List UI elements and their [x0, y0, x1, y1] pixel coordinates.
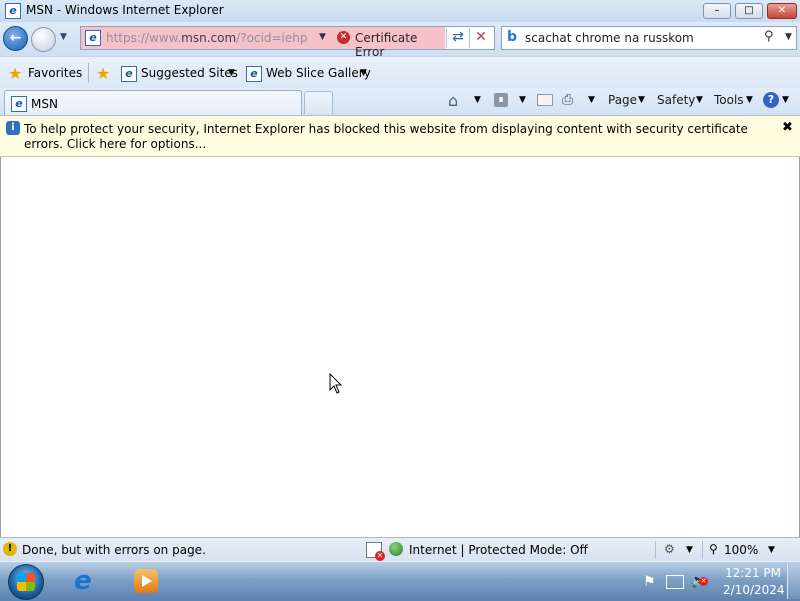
close-window-button[interactable]: ✕: [767, 3, 797, 19]
suggested-sites-link[interactable]: Suggested Sites: [141, 66, 238, 80]
search-input[interactable]: scachat chrome na russkom: [525, 31, 694, 45]
address-dropdown[interactable]: ▼: [319, 32, 326, 42]
action-center-flag-icon[interactable]: ⚑: [643, 574, 656, 590]
protected-mode-dropdown[interactable]: ▼: [686, 545, 693, 555]
print-dropdown[interactable]: ▼: [588, 95, 595, 105]
title-bar: e MSN - Windows Internet Explorer – □ ✕: [0, 0, 800, 23]
certificate-error-label: Certificate Error: [355, 31, 418, 59]
status-bar: ! Done, but with errors on page. ✕ Inter…: [0, 537, 800, 562]
ie-page-icon: e: [121, 66, 137, 82]
certificate-error-button[interactable]: ✕ Certificate Error: [333, 27, 445, 59]
tab-label: MSN: [31, 97, 58, 111]
add-to-favorites-icon[interactable]: ★: [96, 64, 110, 83]
feeds-dropdown[interactable]: ▼: [519, 95, 526, 105]
suggested-sites-dropdown[interactable]: ▼: [228, 68, 235, 78]
back-arrow-icon: ←: [9, 30, 22, 46]
information-bar-message[interactable]: To help protect your security, Internet …: [24, 122, 772, 152]
show-desktop-button[interactable]: [787, 564, 800, 599]
window-title: MSN - Windows Internet Explorer: [26, 3, 224, 17]
search-box[interactable]: b scachat chrome na russkom ⚲ ▼: [501, 26, 797, 50]
navigation-bar: ← ▼ e https://www.msn.com/?ocid=iehp ▼ ✕…: [0, 22, 800, 59]
search-button[interactable]: ⚲: [764, 29, 774, 44]
zoom-icon: ⚲: [709, 542, 718, 556]
stop-icon: ✕: [475, 29, 487, 45]
popup-blocked-icon[interactable]: ✕: [366, 542, 385, 561]
address-domain: msn.com: [181, 31, 237, 45]
warning-icon[interactable]: !: [3, 542, 17, 556]
rss-feed-icon[interactable]: ∎: [494, 93, 508, 107]
close-information-bar-button[interactable]: ✖: [782, 120, 793, 135]
shield-info-icon: i: [6, 121, 20, 135]
ie-logo-icon: e: [5, 3, 21, 19]
tab-msn[interactable]: e MSN: [4, 90, 302, 115]
maximize-button[interactable]: □: [735, 3, 763, 19]
tools-menu-dropdown[interactable]: ▼: [746, 95, 753, 105]
page-menu[interactable]: Page: [608, 93, 637, 107]
network-icon[interactable]: [666, 575, 684, 589]
ie-page-icon: e: [246, 66, 262, 82]
status-text: Done, but with errors on page.: [22, 543, 206, 557]
windows-logo-icon: [17, 573, 35, 591]
refresh-icon: ⇄: [452, 29, 464, 45]
magnifier-icon: ⚲: [764, 29, 774, 44]
volume-muted-icon[interactable]: 🔈✕: [690, 573, 708, 589]
page-icon: e: [85, 30, 101, 46]
certificate-error-icon: ✕: [337, 31, 350, 44]
clock-time[interactable]: 12:21 PM: [725, 566, 781, 580]
address-bar[interactable]: e https://www.msn.com/?ocid=iehp ▼ ✕ Cer…: [80, 26, 495, 59]
clock-date[interactable]: 2/10/2024: [723, 583, 785, 597]
mouse-cursor-icon: [329, 373, 343, 394]
address-prefix: https://www.: [106, 31, 182, 45]
mail-icon[interactable]: [537, 94, 553, 106]
address-input[interactable]: https://www.msn.com/?ocid=iehp: [106, 31, 307, 45]
information-bar[interactable]: i To help protect your security, Interne…: [0, 116, 800, 157]
ie-page-icon: e: [11, 96, 27, 112]
recent-pages-dropdown[interactable]: ▼: [60, 32, 67, 42]
security-zone-text[interactable]: Internet | Protected Mode: Off: [409, 543, 588, 557]
home-icon[interactable]: ⌂: [448, 91, 458, 110]
web-slice-gallery-link[interactable]: Web Slice Gallery: [266, 66, 371, 80]
help-icon[interactable]: ?: [763, 92, 779, 108]
zoom-dropdown[interactable]: ▼: [768, 545, 775, 555]
safety-menu[interactable]: Safety: [657, 93, 695, 107]
forward-button[interactable]: [31, 27, 56, 52]
printer-icon[interactable]: ⎙: [562, 92, 573, 108]
help-dropdown[interactable]: ▼: [782, 95, 789, 105]
web-slice-gallery-dropdown[interactable]: ▼: [360, 68, 367, 78]
page-content[interactable]: [0, 157, 800, 537]
globe-icon: [389, 542, 403, 556]
divider: [655, 541, 656, 559]
protected-mode-icon[interactable]: ⚙: [664, 542, 675, 556]
start-button[interactable]: [8, 564, 44, 600]
address-suffix: /?ocid=iehp: [236, 31, 308, 45]
zoom-level[interactable]: 100%: [724, 543, 758, 557]
favorites-bar: ★ Favorites ★ e Suggested Sites ▼ e Web …: [0, 56, 800, 89]
tools-menu[interactable]: Tools: [714, 93, 744, 107]
new-tab-button[interactable]: [304, 91, 333, 114]
home-dropdown[interactable]: ▼: [474, 95, 481, 105]
favorites-star-icon: ★: [8, 64, 23, 83]
bing-icon: b: [507, 29, 518, 45]
search-dropdown[interactable]: ▼: [785, 32, 792, 42]
favorites-button[interactable]: Favorites: [28, 66, 82, 80]
refresh-button[interactable]: ⇄: [446, 28, 469, 48]
tab-row: e MSN ⌂ ▼ ∎ ▼ ⎙ ▼ Page ▼ Safety ▼ Tools …: [0, 88, 800, 116]
taskbar-internet-explorer[interactable]: e: [70, 564, 106, 598]
stop-button[interactable]: ✕: [469, 28, 492, 48]
divider: [702, 541, 703, 559]
back-button[interactable]: ←: [3, 26, 28, 51]
minimize-button[interactable]: –: [703, 3, 731, 19]
divider: [88, 63, 89, 83]
page-menu-dropdown[interactable]: ▼: [638, 95, 645, 105]
taskbar: e ⚑ 🔈✕ 12:21 PM 2/10/2024: [0, 561, 800, 601]
taskbar-media-player[interactable]: [130, 565, 162, 597]
ie-logo-icon: e: [74, 566, 92, 596]
safety-menu-dropdown[interactable]: ▼: [696, 95, 703, 105]
